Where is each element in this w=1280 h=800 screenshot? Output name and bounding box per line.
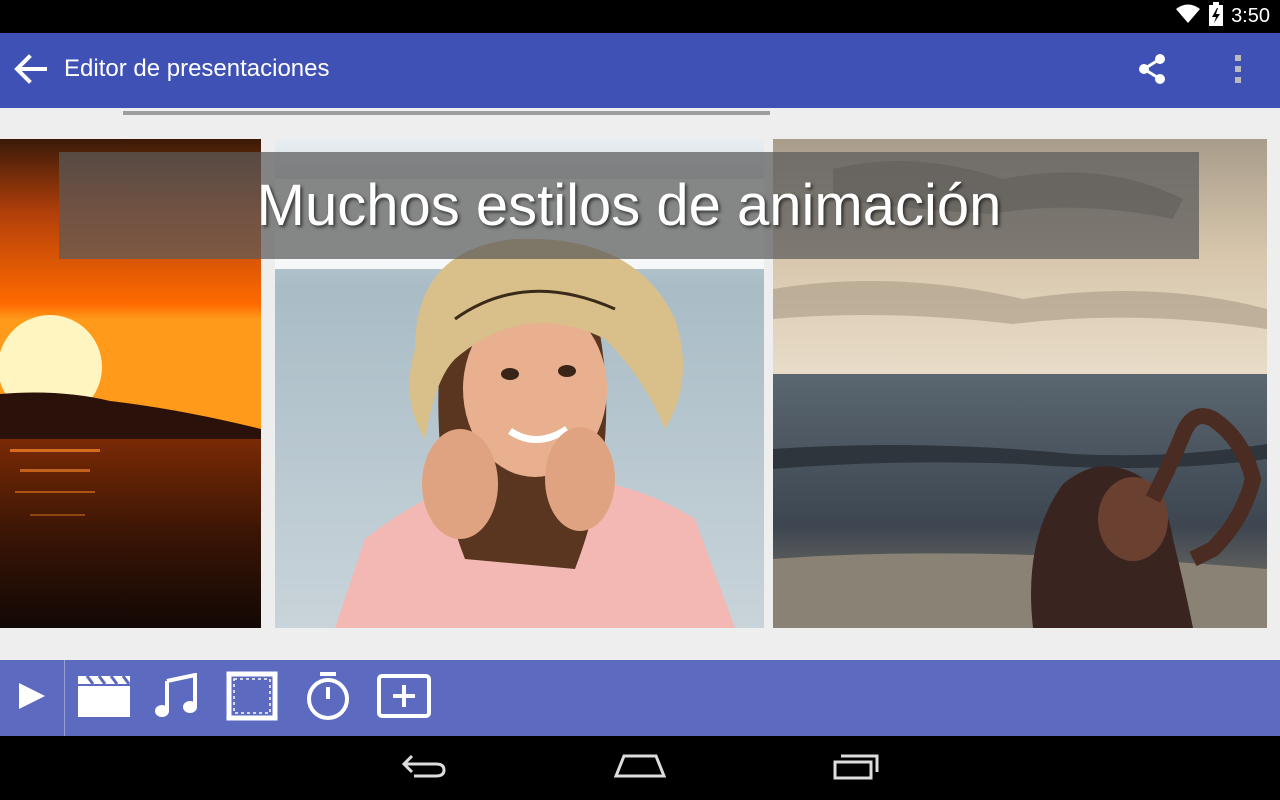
frame-button[interactable] <box>224 671 280 726</box>
music-button[interactable] <box>148 672 204 724</box>
status-bar: 3:50 <box>0 0 1280 33</box>
transitions-button[interactable] <box>76 672 132 724</box>
more-options-button[interactable] <box>1216 49 1260 93</box>
nav-home-button[interactable] <box>610 748 670 788</box>
add-box-icon <box>377 673 431 723</box>
play-icon <box>17 681 47 716</box>
share-icon <box>1135 52 1169 91</box>
app-title: Editor de presentaciones <box>64 55 330 82</box>
status-icons: 3:50 <box>1175 0 1270 33</box>
nav-recents-icon <box>831 752 881 785</box>
arrow-back-icon <box>13 53 47 89</box>
caption-text: Muchos estilos de animación <box>256 173 1002 238</box>
nav-back-icon <box>400 752 448 785</box>
nav-recents-button[interactable] <box>826 748 886 788</box>
caption-overlay[interactable]: Muchos estilos de animación <box>59 152 1199 259</box>
bottom-toolbar <box>0 660 1280 736</box>
back-button[interactable] <box>8 49 52 93</box>
timer-button[interactable] <box>300 671 356 726</box>
nav-home-icon <box>613 752 667 785</box>
status-time: 3:50 <box>1231 5 1270 27</box>
frame-border-icon <box>226 671 278 726</box>
movie-clapper-icon <box>77 674 131 723</box>
progress-track <box>123 111 770 115</box>
play-button[interactable] <box>0 660 65 736</box>
add-slide-button[interactable] <box>376 672 432 724</box>
music-note-icon <box>153 672 199 724</box>
app-bar: Editor de presentaciones <box>0 33 1280 108</box>
more-vert-icon <box>1233 54 1243 89</box>
timer-icon <box>304 671 352 726</box>
nav-back-button[interactable] <box>394 748 454 788</box>
share-button[interactable] <box>1130 49 1174 93</box>
battery-charging-icon <box>1209 2 1224 31</box>
wifi-icon <box>1175 4 1201 29</box>
navigation-bar <box>0 736 1280 800</box>
